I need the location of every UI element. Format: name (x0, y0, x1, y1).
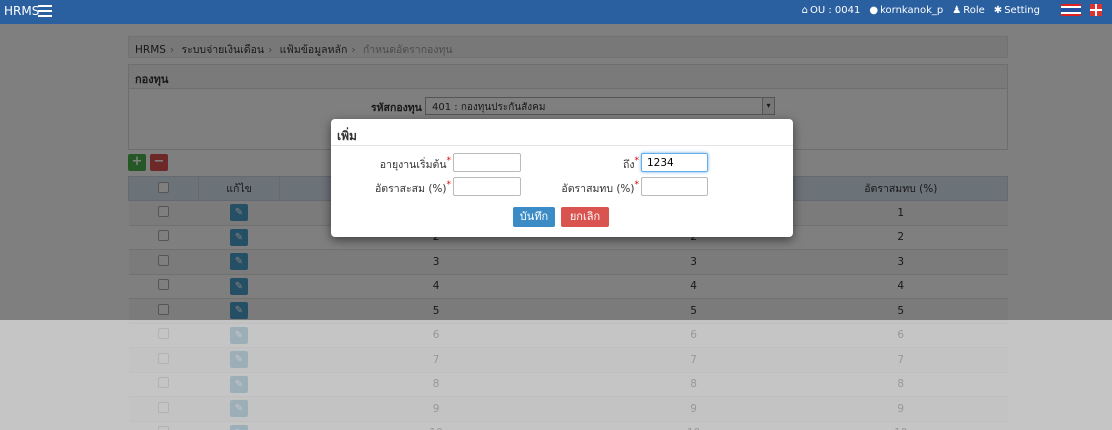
ou-indicator[interactable]: ⌂ OU : 0041 (802, 5, 861, 16)
accumulated-rate-label: อัตราสะสม (%)* (374, 180, 452, 195)
top-navbar: HRMS ⌂ OU : 0041 ● kornkanok_p ♟ Role ✱ Sett… (0, 0, 1112, 24)
uk-flag-icon[interactable] (1090, 4, 1102, 16)
cancel-button[interactable]: ยกเลิก (561, 207, 609, 227)
start-age-input[interactable] (453, 153, 521, 172)
contribution-rate-input[interactable] (641, 177, 708, 196)
required-mark: * (446, 180, 452, 190)
required-mark: * (446, 156, 452, 166)
user-menu[interactable]: ● kornkanok_p (869, 5, 943, 16)
save-button[interactable]: บันทึก (513, 207, 555, 227)
divider (331, 145, 793, 146)
role-menu[interactable]: ♟ Role (952, 5, 985, 16)
thai-flag-icon[interactable] (1061, 4, 1081, 16)
dialog-title: เพิ่ม (337, 129, 357, 143)
start-age-label: อายุงานเริ่มต้น* (379, 156, 452, 171)
to-label: ถึง* (623, 156, 640, 171)
required-mark: * (634, 180, 640, 190)
accumulated-rate-input[interactable] (453, 177, 521, 196)
app-brand[interactable]: HRMS (4, 4, 39, 18)
user-icon: ● (869, 4, 879, 16)
required-mark: * (634, 156, 640, 166)
hamburger-menu-icon[interactable] (38, 5, 52, 17)
to-input[interactable] (641, 153, 708, 172)
users-icon: ♟ (952, 4, 962, 16)
contribution-rate-label: อัตราสมทบ (%)* (561, 180, 640, 195)
setting-menu[interactable]: ✱ Setting (994, 5, 1040, 16)
add-dialog: เพิ่ม อายุงานเริ่มต้น* ถึง* อัตราสะสม (%… (331, 119, 793, 237)
home-icon: ⌂ (801, 4, 808, 16)
gear-icon: ✱ (993, 4, 1003, 16)
loading-overlay (0, 320, 1112, 430)
